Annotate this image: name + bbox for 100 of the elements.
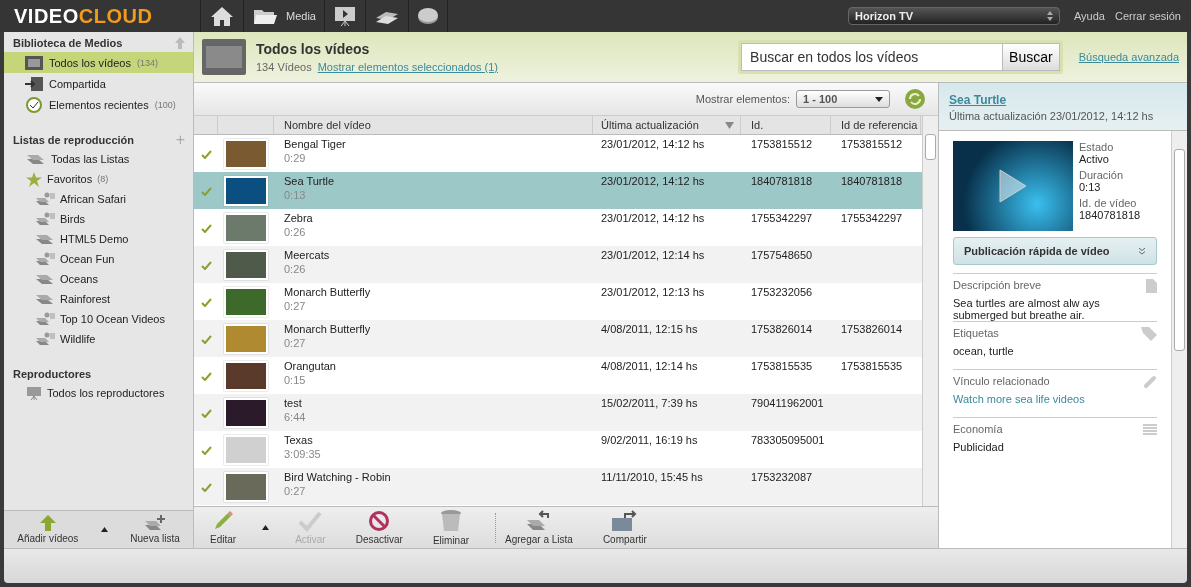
sort-arrow-icon — [725, 121, 734, 129]
related-link[interactable]: Watch more sea life videos — [953, 393, 1085, 405]
playlist-item[interactable]: Favoritos (8) — [4, 169, 193, 189]
film-icon — [202, 39, 246, 75]
page-size-dropdown[interactable]: 1 - 100 — [796, 90, 890, 108]
toolbar-button[interactable]: Compartir — [598, 510, 651, 545]
playlist-item[interactable]: HTML5 Demo — [4, 229, 193, 249]
column-header[interactable]: Nombre del vídeo — [274, 116, 593, 134]
table-cell-text: 11/11/2010, 15:45 hs — [600, 471, 704, 483]
video-row[interactable]: Texas 3:09:35 9/02/2011, 16:19 hs 783305095001 — [194, 431, 922, 468]
section-title: Reproductores — [13, 368, 92, 380]
table-cell-text: 1753815512 — [750, 138, 814, 150]
video-duration: 3:09:35 — [284, 448, 322, 460]
photo-placeholder — [224, 287, 268, 317]
table-cell-text: 23/01/2012, 14:12 hs — [600, 175, 706, 187]
account-dropdown[interactable]: Horizon TV — [847, 7, 1060, 25]
section-title: Biblioteca de Medios — [13, 37, 123, 49]
scrollbar[interactable] — [1171, 131, 1187, 548]
double-chevron-down-icon — [1138, 247, 1146, 255]
library-item[interactable]: Todos los vídeos (134) — [4, 52, 193, 73]
playlist-item[interactable]: Birds — [4, 209, 193, 229]
toolbar-button[interactable]: Editar — [206, 510, 241, 545]
header-link[interactable]: Ayuda — [1073, 10, 1105, 22]
table-cell-text: 1755342297 — [750, 212, 814, 224]
player-item[interactable]: Todos los reproductores — [4, 383, 193, 403]
video-row[interactable]: Meercats 0:26 23/01/2012, 12:14 hs 1757548650 — [194, 246, 922, 283]
field-label: Etiquetas — [953, 327, 999, 341]
field-label: Economía — [953, 423, 1003, 437]
toolbar-button[interactable]: Eliminar — [428, 509, 474, 546]
column-header[interactable]: Id de referencia — [831, 116, 921, 134]
playlist-item[interactable]: Todas las Listas — [4, 149, 193, 169]
playlist-item[interactable]: Top 10 Ocean Videos — [4, 309, 193, 329]
video-duration: 6:44 — [284, 411, 307, 423]
film-import-icon — [25, 76, 43, 91]
photo-placeholder — [224, 435, 268, 465]
column-header[interactable]: Última actualización — [593, 116, 741, 134]
video-preview[interactable] — [953, 141, 1073, 231]
video-row[interactable]: test 6:44 15/02/2011, 7:39 hs 790411962001 — [194, 394, 922, 431]
table-cell-text: 4/08/2011, 12:14 hs — [600, 360, 699, 372]
video-row[interactable]: Zebra 0:26 23/01/2012, 14:12 hs 1755342297 1755342297 — [194, 209, 922, 246]
section-title: Listas de reproducción — [13, 134, 135, 146]
photo-placeholder — [224, 472, 268, 502]
playlist-icon — [35, 233, 55, 245]
column-header[interactable]: Id. — [741, 116, 831, 134]
field-value: 1840781818 — [1079, 209, 1141, 221]
quick-publish-button[interactable]: Publicación rápida de vídeo — [953, 237, 1157, 265]
toolbar-button[interactable]: Desactivar — [351, 510, 407, 545]
search-button[interactable]: Buscar — [1003, 43, 1060, 71]
video-row[interactable]: Monarch Butterfly 0:27 4/08/2011, 12:15 hs 1753826014 1753826014 — [194, 320, 922, 357]
show-selected-link[interactable]: Mostrar elementos seleccionados (1) — [317, 61, 498, 73]
library-item[interactable]: Elementos recientes (100) — [4, 94, 193, 115]
check-icon — [298, 510, 323, 532]
video-row[interactable]: Bird Watching - Robin 0:27 11/11/2010, 15:45 hs 1753232087 — [194, 468, 922, 505]
table-cell-text: 1753826014 — [840, 323, 904, 335]
playlist-icon — [35, 293, 55, 305]
table-cell-text: 23/01/2012, 12:14 hs — [600, 249, 706, 261]
table-cell-text: 790411962001 — [750, 397, 825, 409]
playlist-item[interactable]: Rainforest — [4, 289, 193, 309]
table-cell-text: 9/02/2011, 16:19 hs — [600, 434, 699, 446]
video-duration: 0:29 — [284, 152, 307, 164]
toolbar-button[interactable]: Agregar a Lista — [501, 510, 577, 545]
video-row[interactable]: Orangutan 0:15 4/08/2011, 12:14 hs 1753815535 1753815535 — [194, 357, 922, 394]
search-field[interactable]: Buscar en todos los vídeos — [741, 43, 1004, 71]
videocloud-logo: VIDEOCLOUD — [13, 4, 154, 28]
video-name: Meercats — [284, 249, 331, 261]
table-cell-text: 1753232087 — [750, 471, 814, 483]
video-name: Orangutan — [284, 360, 337, 372]
trash-icon — [440, 509, 462, 533]
toolbar-button[interactable]: Añadir vídeos — [13, 515, 83, 544]
scrollbar[interactable] — [922, 116, 938, 506]
smart-playlist-icon — [35, 212, 55, 226]
field-value: Sea turtles are almost alw ays submerged but breathe air. — [953, 297, 1101, 321]
toolbar-button[interactable]: Nueva lista — [126, 515, 184, 544]
table-cell-text: 783305095001 — [750, 434, 826, 446]
playlist-icon — [35, 273, 55, 285]
presentation-icon — [26, 386, 42, 400]
library-item[interactable]: Compartida — [4, 73, 193, 94]
show-items-label: Mostrar elementos: — [695, 93, 790, 105]
playlist-item[interactable]: Oceans — [4, 269, 193, 289]
caret-icon[interactable] — [100, 527, 108, 532]
home-icon — [209, 5, 235, 27]
video-name: Zebra — [284, 212, 314, 224]
prohibited-icon — [368, 510, 391, 532]
playlist-item[interactable]: Ocean Fun — [4, 249, 193, 269]
table-cell-text: 15/02/2011, 7:39 hs — [600, 397, 699, 409]
caret-icon[interactable] — [262, 525, 270, 530]
video-row[interactable]: Sea Turtle 0:13 23/01/2012, 14:12 hs 1840781818 1840781818 — [194, 172, 922, 209]
table-cell-text: 23/01/2012, 14:12 hs — [600, 212, 706, 224]
table-cell-text: 4/08/2011, 12:15 hs — [600, 323, 699, 335]
video-row[interactable]: Bengal Tiger 0:29 23/01/2012, 14:12 hs 1753815512 1753815512 — [194, 135, 922, 172]
smart-playlist-icon — [35, 312, 55, 326]
header-link[interactable]: Cerrar sesión — [1114, 10, 1181, 22]
field-value: 0:13 — [1079, 181, 1102, 193]
field-label: Id. de vídeo — [1079, 197, 1138, 209]
playlist-item[interactable]: Wildlife — [4, 329, 193, 349]
tag-icon — [1141, 327, 1157, 341]
video-row[interactable]: Monarch Butterfly 0:27 23/01/2012, 12:13 hs 1753232056 — [194, 283, 922, 320]
playlist-icon — [26, 153, 46, 165]
playlist-item[interactable]: African Safari — [4, 189, 193, 209]
smart-playlist-icon — [35, 192, 55, 206]
